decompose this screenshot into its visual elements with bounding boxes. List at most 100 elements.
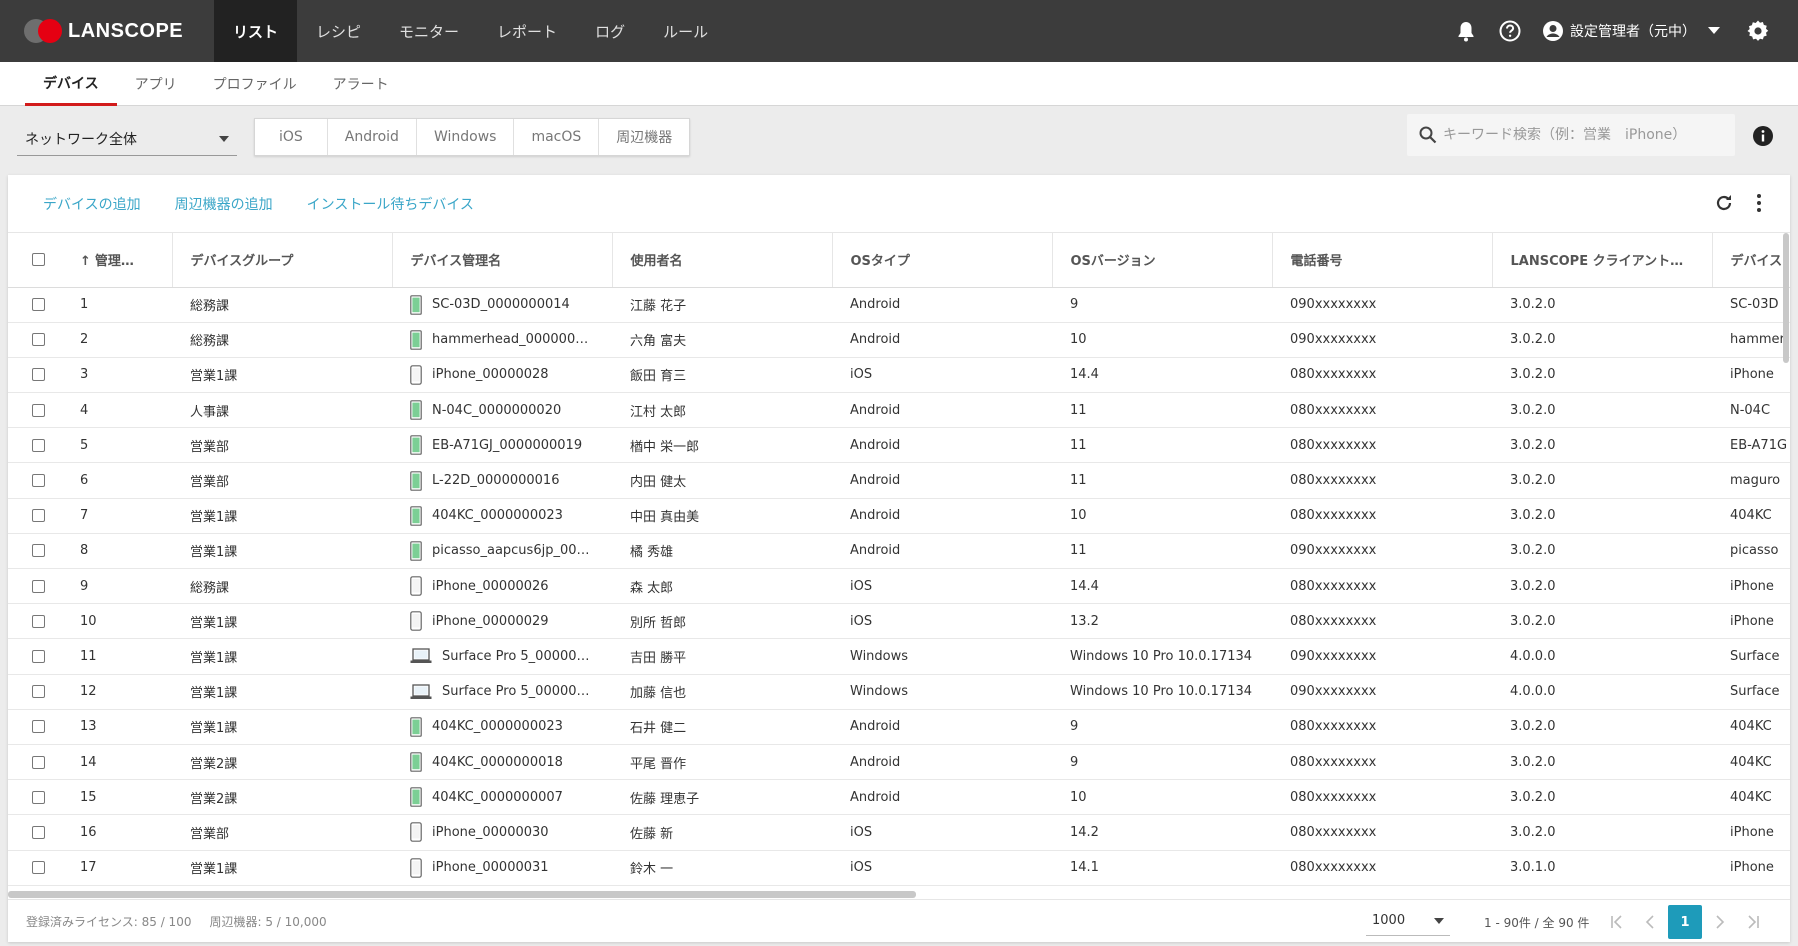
network-select[interactable]: ネットワーク全体 <box>17 122 237 156</box>
column-header-group[interactable]: デバイスグループ <box>172 233 393 288</box>
os-filter-peripheral[interactable]: 周辺機器 <box>599 119 689 155</box>
row-checkbox[interactable] <box>32 720 45 734</box>
cell-device-name[interactable]: picasso_aapcus6jp_000… <box>392 533 612 570</box>
os-filter-ios[interactable]: iOS <box>255 119 328 155</box>
tab-device[interactable]: デバイス <box>25 62 117 106</box>
per-page-select[interactable]: 1000 <box>1366 906 1450 936</box>
row-checkbox[interactable] <box>32 755 45 769</box>
prev-page-icon[interactable] <box>1634 905 1668 939</box>
table-row[interactable]: 15 営業2課 404KC_0000000007 佐藤 理恵子 Android 10 080… <box>8 779 1790 816</box>
tab-alert[interactable]: アラート <box>315 62 407 106</box>
row-checkbox[interactable] <box>32 438 45 452</box>
first-page-icon[interactable] <box>1600 905 1634 939</box>
table-row[interactable]: 2 総務課 hammerhead_00000000… 六角 富夫 Android 10 09… <box>8 322 1790 358</box>
row-checkbox[interactable] <box>32 825 45 839</box>
table-row[interactable]: 7 営業1課 404KC_0000000023 中田 真由美 Android 10 080x… <box>8 498 1790 534</box>
row-checkbox[interactable] <box>32 298 45 312</box>
cell-os-type: Android <box>832 462 1052 499</box>
row-checkbox[interactable] <box>32 509 45 523</box>
nav-item-report[interactable]: レポート <box>478 0 576 62</box>
table-row[interactable]: 5 営業部 EB-A71GJ_0000000019 楢中 栄一郎 Android 11 08… <box>8 427 1790 464</box>
table-row[interactable]: 6 営業部 L-22D_0000000016 内田 健太 Android 11 080xxx… <box>8 462 1790 499</box>
cell-user: 六角 富夫 <box>612 322 832 358</box>
column-header-client-version[interactable]: LANSCOPE クライアント… <box>1492 233 1713 288</box>
cell-device-name[interactable]: 404KC_0000000007 <box>392 779 612 816</box>
help-icon[interactable] <box>1498 19 1522 43</box>
os-filter-android[interactable]: Android <box>328 119 417 155</box>
cell-device-name[interactable]: EB-A71GJ_0000000019 <box>392 427 612 464</box>
row-checkbox[interactable] <box>32 861 45 875</box>
column-header-id[interactable]: ↑ 管理… <box>72 233 173 288</box>
vertical-scrollbar[interactable] <box>1783 233 1789 363</box>
cell-device-name[interactable]: hammerhead_00000000… <box>392 322 612 358</box>
table-row[interactable]: 11 営業1課 Surface Pro 5_0000000… 吉田 勝平 Windows… <box>8 638 1790 675</box>
row-checkbox[interactable] <box>32 649 45 663</box>
os-filter-macos[interactable]: macOS <box>514 119 600 155</box>
cell-device-name[interactable]: L-22D_0000000016 <box>392 462 612 499</box>
add-device-link[interactable]: デバイスの追加 <box>43 194 141 214</box>
bell-icon[interactable] <box>1454 19 1478 43</box>
add-peripheral-link[interactable]: 周辺機器の追加 <box>175 194 273 214</box>
row-checkbox[interactable] <box>32 544 45 558</box>
row-checkbox[interactable] <box>32 368 45 382</box>
column-header-os-type[interactable]: OSタイプ <box>832 233 1053 288</box>
table-row[interactable]: 12 営業1課 Surface Pro 5_0000000… 加藤 信也 Windows… <box>8 674 1790 710</box>
cell-device-name[interactable]: 404KC_0000000018 <box>392 744 612 781</box>
table-row[interactable]: 4 人事課 N-04C_0000000020 江村 太郎 Android 11 080xxx… <box>8 392 1790 429</box>
table-row[interactable]: 17 営業1課 iPhone_00000031 鈴木 一 iOS 14.1 080xxxxx… <box>8 850 1790 886</box>
cell-device-name[interactable]: iPhone_00000026 <box>392 568 612 605</box>
nav-item-monitor[interactable]: モニター <box>380 0 478 62</box>
table-row[interactable]: 10 営業1課 iPhone_00000029 別所 哲郎 iOS 13.2 080xxxx… <box>8 603 1790 640</box>
cell-device-name[interactable]: iPhone_00000028 <box>392 357 612 394</box>
column-header-device-name[interactable]: デバイス管理名 <box>392 233 613 288</box>
row-checkbox[interactable] <box>32 790 45 804</box>
current-page-button[interactable]: 1 <box>1668 905 1702 939</box>
cell-device-name[interactable]: 404KC_0000000023 <box>392 498 612 534</box>
more-vertical-icon[interactable] <box>1756 193 1762 213</box>
row-checkbox[interactable] <box>32 614 45 628</box>
cell-device-name[interactable]: N-04C_0000000020 <box>392 392 612 429</box>
gear-icon[interactable] <box>1746 19 1770 43</box>
cell-device-name[interactable]: Surface Pro 5_0000000… <box>392 674 612 710</box>
row-checkbox[interactable] <box>32 474 45 488</box>
column-header-phone[interactable]: 電話番号 <box>1272 233 1493 288</box>
select-all-checkbox[interactable] <box>32 253 45 267</box>
nav-item-log[interactable]: ログ <box>576 0 644 62</box>
cell-device-name[interactable]: 404KC_0000000023 <box>392 709 612 745</box>
table-row[interactable]: 1 総務課 SC-03D_0000000014 江藤 花子 Android 9 090xxx… <box>8 287 1790 323</box>
horizontal-scrollbar[interactable] <box>8 891 916 898</box>
nav-item-rule[interactable]: ルール <box>644 0 727 62</box>
cell-os-version: 10 <box>1052 322 1272 358</box>
column-header-user[interactable]: 使用者名 <box>612 233 833 288</box>
table-row[interactable]: 8 営業1課 picasso_aapcus6jp_000… 橘 秀雄 Android 11… <box>8 533 1790 570</box>
user-menu[interactable]: 設定管理者（元中） <box>1542 20 1720 42</box>
refresh-icon[interactable] <box>1714 193 1734 213</box>
table-row[interactable]: 3 営業1課 iPhone_00000028 飯田 育三 iOS 14.4 080xxxxx… <box>8 357 1790 394</box>
cell-device-name[interactable]: iPhone_00000030 <box>392 814 612 851</box>
cell-device-name[interactable]: SC-03D_0000000014 <box>392 287 612 323</box>
column-header-os-version[interactable]: OSバージョン <box>1052 233 1273 288</box>
row-checkbox[interactable] <box>32 403 45 417</box>
nav-item-recipe[interactable]: レシピ <box>297 0 380 62</box>
table-row[interactable]: 13 営業1課 404KC_0000000023 石井 健二 Android 9 080xx… <box>8 709 1790 745</box>
table-row[interactable]: 14 営業2課 404KC_0000000018 平尾 晋作 Android 9 080xx… <box>8 744 1790 781</box>
cell-device-name[interactable]: iPhone_00000031 <box>392 850 612 886</box>
tab-app[interactable]: アプリ <box>117 62 195 106</box>
pending-install-devices-link[interactable]: インストール待ちデバイス <box>307 194 474 214</box>
row-checkbox[interactable] <box>32 333 45 347</box>
next-page-icon[interactable] <box>1702 905 1736 939</box>
search-input[interactable] <box>1443 127 1723 143</box>
cell-device-name[interactable]: Surface Pro 5_0000000… <box>392 638 612 675</box>
table-row[interactable]: 9 総務課 iPhone_00000026 森 太郎 iOS 14.4 080xxxxxxx… <box>8 568 1790 605</box>
row-checkbox[interactable] <box>32 685 45 699</box>
last-page-icon[interactable] <box>1736 905 1770 939</box>
row-checkbox[interactable] <box>32 579 45 593</box>
table-row[interactable]: 16 営業部 iPhone_00000030 佐藤 新 iOS 14.2 080xxxxxx… <box>8 814 1790 851</box>
nav-item-list[interactable]: リスト <box>214 0 298 62</box>
info-icon[interactable] <box>1752 125 1774 151</box>
lanscope-logo[interactable]: LANSCOPE <box>0 0 214 62</box>
cell-device-name[interactable]: iPhone_00000029 <box>392 603 612 640</box>
tab-profile[interactable]: プロファイル <box>195 62 315 106</box>
os-filter-windows[interactable]: Windows <box>417 119 515 155</box>
column-header-device[interactable]: デバイス <box>1712 233 1790 288</box>
